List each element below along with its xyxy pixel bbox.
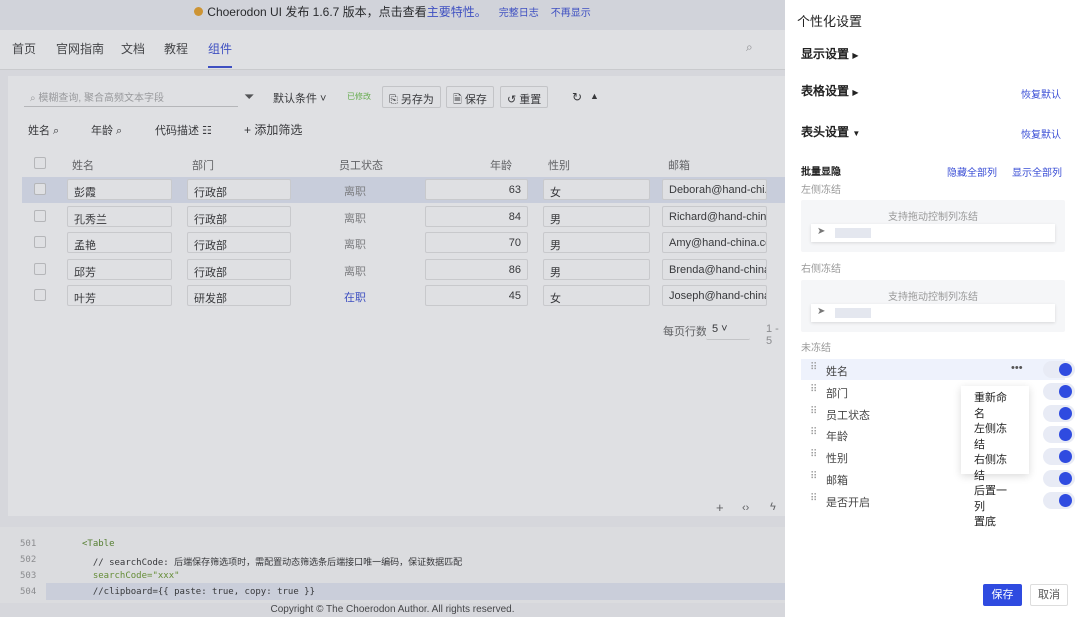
cancel-button[interactable]: 取消 (1030, 584, 1068, 606)
drawer-mask[interactable] (0, 0, 785, 617)
main-page: Choerodon UI 发布 1.6.7 版本，点击查看主要特性。 完整日志 不再… (0, 0, 785, 617)
drawer-title: 个性化设置 (797, 14, 863, 29)
caret-right-icon: ▶ (852, 51, 859, 60)
right-freeze-label: 右侧冻结 (801, 264, 841, 275)
batch-label: 批量显隐 (801, 167, 841, 178)
column-item[interactable]: ⠿ 姓名 ••• (801, 359, 1075, 380)
menu-freeze-left[interactable]: 左侧冻结 (974, 422, 1016, 453)
header-settings-label: 表头设置 (801, 125, 850, 139)
column-item[interactable]: ⠿ 是否开启 (801, 490, 1075, 511)
column-visibility-toggle[interactable] (1043, 404, 1075, 422)
drag-handle-icon[interactable]: ⠿ (810, 493, 817, 504)
drag-tip: 支持拖动控制列冻结 (888, 292, 978, 303)
column-label: 姓名 (826, 366, 848, 378)
menu-freeze-right[interactable]: 右侧冻结 (974, 453, 1016, 484)
drag-illustration: ➤ (811, 304, 1055, 322)
column-label: 邮箱 (826, 475, 848, 487)
column-visibility-toggle[interactable] (1043, 361, 1075, 378)
drag-illustration: ➤ (811, 224, 1055, 242)
menu-move-bottom[interactable]: 置底 (974, 515, 1016, 531)
column-label: 是否开启 (826, 496, 870, 509)
table-settings-label: 表格设置 (801, 84, 850, 98)
personalization-drawer: 个性化设置 显示设置 ▶ 表格设置 ▶ 恢复默认 表头设置 ▼ 恢复默认 批量显… (785, 0, 1080, 617)
left-freeze-label: 左侧冻结 (801, 185, 841, 196)
header-settings-toggle[interactable]: 表头设置 ▼ (801, 123, 860, 140)
display-settings-toggle[interactable]: 显示设置 ▶ (801, 45, 859, 62)
restore-header-link[interactable]: 恢复默认 (1021, 126, 1061, 141)
column-label: 员工状态 (826, 409, 870, 422)
right-freeze-dropzone[interactable]: 支持拖动控制列冻结 ➤ (801, 280, 1065, 332)
column-visibility-toggle[interactable] (1043, 491, 1075, 509)
placeholder-block (835, 308, 871, 318)
column-visibility-toggle[interactable] (1043, 470, 1075, 487)
show-all-link[interactable]: 显示全部列 (1012, 164, 1062, 179)
table-settings-toggle[interactable]: 表格设置 ▶ (801, 82, 859, 99)
display-settings-label: 显示设置 (801, 47, 850, 61)
drag-handle-icon[interactable]: ⠿ (810, 384, 817, 395)
drag-tip: 支持拖动控制列冻结 (888, 212, 978, 223)
placeholder-block (835, 228, 871, 238)
drag-handle-icon[interactable]: ⠿ (810, 471, 817, 482)
drag-handle-icon[interactable]: ⠿ (810, 427, 817, 438)
column-label: 性别 (826, 453, 848, 466)
drag-handle-icon[interactable]: ⠿ (810, 406, 817, 417)
hide-all-link[interactable]: 隐藏全部列 (947, 164, 997, 179)
drag-handle-icon[interactable]: ⠿ (810, 362, 817, 373)
column-visibility-toggle[interactable] (1043, 448, 1075, 466)
restore-table-link[interactable]: 恢复默认 (1021, 86, 1061, 101)
menu-move-down[interactable]: 后置一列 (974, 484, 1016, 515)
cursor-icon: ➤ (817, 226, 826, 237)
cursor-icon: ➤ (817, 306, 826, 317)
caret-right-icon: ▶ (852, 88, 859, 97)
menu-rename[interactable]: 重新命名 (974, 391, 1016, 422)
caret-down-icon: ▼ (852, 129, 861, 138)
column-visibility-toggle[interactable] (1043, 426, 1075, 444)
save-button[interactable]: 保存 (983, 584, 1022, 606)
column-label: 年龄 (826, 431, 848, 444)
more-icon[interactable]: ••• (1011, 362, 1023, 374)
column-context-menu: 重新命名 左侧冻结 右侧冻结 后置一列 置底 (961, 386, 1029, 528)
column-visibility-toggle[interactable] (1043, 382, 1075, 400)
left-freeze-dropzone[interactable]: 支持拖动控制列冻结 ➤ (801, 200, 1065, 252)
drag-handle-icon[interactable]: ⠿ (810, 449, 817, 460)
column-label: 部门 (826, 387, 848, 400)
unfrozen-label: 未冻结 (801, 343, 831, 354)
